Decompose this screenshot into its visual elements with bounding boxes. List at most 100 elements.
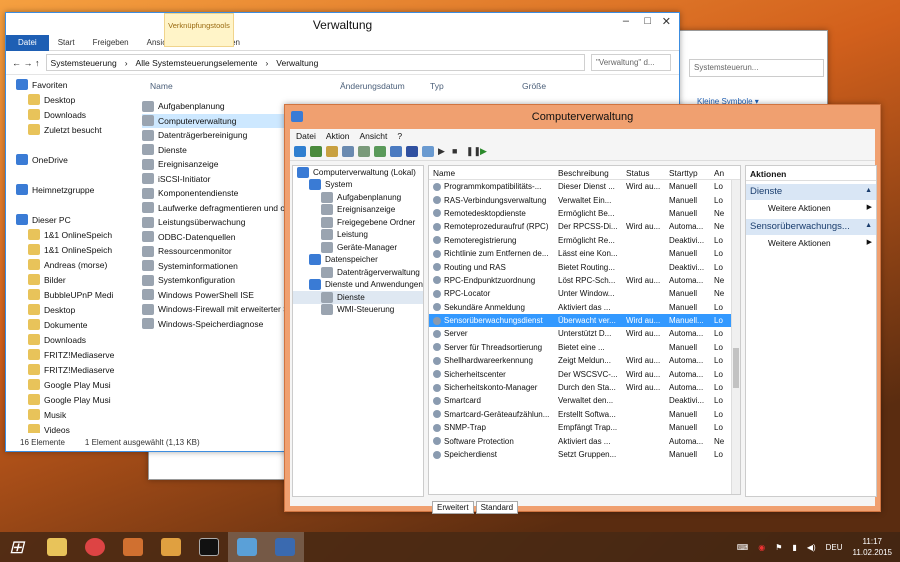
folder-icon[interactable] [326,146,338,157]
nav-item[interactable]: Andreas (morse) [6,257,118,272]
console-icon[interactable] [342,146,354,157]
back-arrow-icon[interactable]: ← [12,58,21,68]
table-row[interactable]: Sensorüberwachungsdienst Überwacht ver...… [429,313,740,328]
signal-icon[interactable]: ▮ [792,543,796,552]
list-item[interactable]: Ereignisanzeige [142,157,292,172]
tree-item[interactable]: Datenspeicher [293,254,423,267]
list-item[interactable]: Ressourcenmonitor [142,244,292,259]
tab-datei[interactable]: Datei [6,34,49,51]
restart-icon[interactable]: ▶ [480,146,490,157]
breadcrumb[interactable]: Systemsteuerung › Alle Systemsteuerungsel… [45,54,585,71]
col-description[interactable]: Beschreibung [555,168,623,178]
list-item[interactable]: Computerverwaltung [142,113,292,128]
list-item[interactable]: Windows-Firewall mit erweiterter S [142,302,292,317]
nav-item[interactable]: Dieser PC [6,212,118,227]
eye-taskbar-icon[interactable] [114,532,152,562]
table-row[interactable]: Server für Threadsortierung Bietet eine .… [429,341,740,354]
tree-item[interactable]: Computerverwaltung (Lokal) [293,166,423,179]
table-row[interactable]: RPC-Locator Unter Window... Manuell Ne [429,287,740,300]
nav-item[interactable]: FRITZ!Mediaserve [6,362,118,377]
list-item[interactable]: Windows PowerShell ISE [142,288,292,303]
keyboard-icon[interactable]: ⌨ [737,543,749,552]
list-item[interactable]: Systemkonfiguration [142,273,292,288]
table-row[interactable]: RAS-Verbindungsverwaltung Verwaltet Ein..… [429,193,740,206]
list-item[interactable]: Systeminformationen [142,259,292,274]
table-row[interactable]: Server Unterstützt D... Wird au... Automa..… [429,327,740,340]
nav-item[interactable]: Bilder [6,272,118,287]
nav-item[interactable]: Favoriten [6,77,118,92]
maximize-icon[interactable]: □ [644,15,651,27]
nav-item[interactable]: Google Play Musi [6,392,118,407]
nav-item[interactable]: Desktop [6,92,118,107]
table-row[interactable]: Routing und RAS Bietet Routing... Deaktivi… [429,260,740,273]
more-actions-item[interactable]: Weitere Aktionen [746,235,876,251]
tree-item[interactable]: Dienste [293,291,423,304]
tree-item[interactable]: Dienste und Anwendungen [293,279,423,292]
play-icon[interactable]: ▶ [438,146,448,157]
table-row[interactable]: Remoteprozeduraufruf (RPC) Der RPCSS-Di..… [429,220,740,233]
tree-item[interactable]: WMI-Steuerung [293,304,423,317]
table-row[interactable]: Shellhardwareerkennung Zeigt Meldun... Wir… [429,354,740,367]
nav-item[interactable]: 1&1 OnlineSpeich [6,227,118,242]
scrollbar[interactable] [731,180,740,494]
tree-item[interactable]: Aufgabenplanung [293,191,423,204]
chrome-taskbar-icon[interactable] [76,532,114,562]
nav-item[interactable]: Downloads [6,107,118,122]
nav-item[interactable]: Musik [6,407,118,422]
col-date[interactable]: Änderungsdatum [340,81,430,91]
tree-item[interactable]: System [293,179,423,192]
tree-item[interactable]: Geräte-Manager [293,241,423,254]
table-row[interactable]: Remotedesktopdienste Ermöglicht Be... Manu… [429,207,740,220]
col-size[interactable]: Größe [522,81,546,91]
list-item[interactable]: Windows-Speicherdiagnose [142,317,292,332]
table-row[interactable]: Remoteregistrierung Ermöglicht Re... Deakt… [429,234,740,247]
col-status[interactable]: Status [623,168,666,178]
tab-standard[interactable]: Standard [475,501,519,514]
nav-item[interactable]: BubbleUPnP Medi [6,287,118,302]
explorer-taskbar-icon[interactable] [38,532,76,562]
nav-item[interactable]: FRITZ!Mediaserve [6,347,118,362]
table-row[interactable]: Richtlinie zum Entfernen de... Lässt eine… [429,247,740,260]
table-row[interactable]: Sekundäre Anmeldung Aktiviert das ... Manu… [429,301,740,314]
nav-item[interactable]: Google Play Musi [6,377,118,392]
search-field[interactable]: Systemsteuerun... [689,59,824,77]
nav-item[interactable]: Dokumente [6,317,118,332]
table-row[interactable]: Sicherheitscenter Der WSCSVC-... Wird au..… [429,367,740,380]
list-item[interactable]: Aufgabenplanung [142,99,292,114]
nav-item[interactable]: 1&1 OnlineSpeich [6,242,118,257]
start-button[interactable]: ⊞ [0,532,38,562]
table-row[interactable]: SNMP-Trap Empfängt Trap... Manuell Lo [429,421,740,434]
menu-help[interactable]: ? [397,131,402,141]
pause-icon[interactable]: ❚❚ [466,146,481,157]
col-name[interactable]: Name [130,81,340,91]
cmd-taskbar-icon[interactable] [190,532,228,562]
search-input[interactable]: "Verwaltung" d... [591,54,671,71]
list-item[interactable]: Komponentendienste [142,186,292,201]
nav-item[interactable]: Downloads [6,332,118,347]
table-row[interactable]: Speicherdienst Setzt Gruppen... Manuell Lo [429,448,740,461]
action-group-dienste[interactable]: Dienste [746,184,876,200]
computer-management-window[interactable]: Computerverwaltung Datei Aktion Ansicht … [284,104,881,514]
col-name[interactable]: Name [429,168,555,178]
action-group-sensor[interactable]: Sensorüberwachungs... [746,219,876,235]
table-row[interactable]: Programmkompatibilitäts-... Dieser Dienst… [429,180,740,193]
forward-arrow-icon[interactable]: → [24,58,33,68]
nav-item[interactable] [6,167,118,182]
tree-item[interactable]: Datenträgerverwaltung [293,266,423,279]
apps-taskbar-icon[interactable] [152,532,190,562]
properties-icon[interactable] [358,146,370,157]
table-row[interactable]: RPC-Endpunktzuordnung Löst RPC-Sch... Wird… [429,274,740,287]
shield-icon[interactable]: ◉ [758,543,765,552]
nav-item[interactable] [6,137,118,152]
refresh-icon[interactable] [374,146,386,157]
nav-item[interactable] [6,197,118,212]
clock[interactable]: 11:17 11.02.2015 [853,536,892,558]
tree-item[interactable]: Leistung [293,229,423,242]
menu-datei[interactable]: Datei [296,131,316,141]
crumb[interactable]: Systemsteuerung [51,58,117,68]
back-icon[interactable] [294,146,306,157]
more-actions-item[interactable]: Weitere Aktionen [746,200,876,216]
list-item[interactable]: Leistungsüberwachung [142,215,292,230]
help-icon[interactable] [406,146,418,157]
tree-item[interactable]: Ereignisanzeige [293,204,423,217]
